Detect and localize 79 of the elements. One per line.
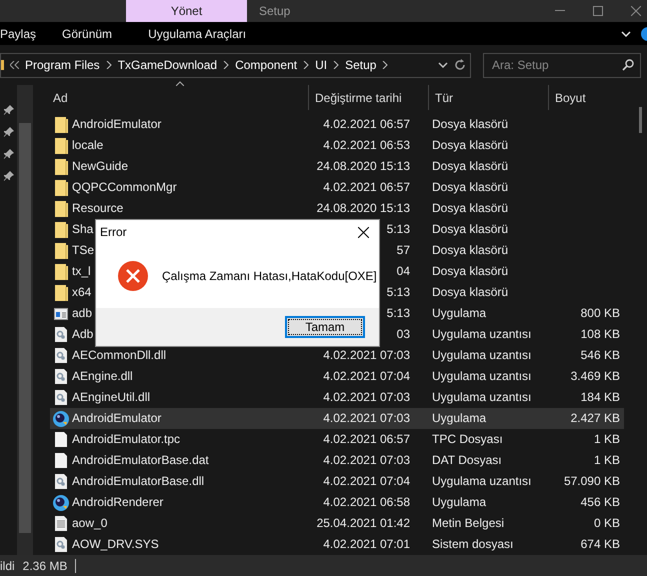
modified-date: 5:13 — [386, 285, 410, 300]
file-size: 674 KB — [580, 537, 620, 552]
selection-size: 2.36 MB — [22, 558, 68, 572]
modified-date: 25.04.2021 01:42 — [316, 516, 410, 531]
file-type: Dosya klasörü — [432, 138, 508, 153]
selection-status: ildi — [0, 558, 15, 572]
file-type: Dosya klasörü — [432, 159, 508, 174]
file-size: 108 KB — [580, 327, 620, 342]
modified-date: 5:13 — [386, 306, 410, 321]
error-message: Çalışma Zamanı Hatası,HataKodu[OXE] — [162, 269, 377, 283]
file-name: x64 — [72, 285, 92, 300]
modified-date: 4.02.2021 06:57 — [323, 432, 410, 447]
file-type: Uygulama uzantısı — [432, 390, 532, 405]
file-size: 546 KB — [580, 348, 620, 363]
modified-date: 24.08.2020 15:13 — [316, 201, 410, 216]
file-type: Dosya klasörü — [432, 180, 508, 195]
file-name: AndroidEmulator.tpc — [72, 432, 180, 447]
file-name: AEngineUtil.dll — [72, 390, 150, 405]
file-type: Uygulama uzantısı — [432, 474, 532, 489]
file-type: Uygulama — [432, 495, 486, 510]
modified-date: 04 — [396, 264, 410, 279]
file-name: AndroidRenderer — [72, 495, 164, 510]
modified-date: 4.02.2021 06:58 — [323, 495, 410, 510]
modified-date: 4.02.2021 07:04 — [323, 369, 410, 384]
file-type: Uygulama — [432, 411, 486, 426]
file-type: Dosya klasörü — [432, 117, 508, 132]
file-name: Resource — [72, 201, 124, 216]
modified-date: 4.02.2021 07:04 — [323, 474, 410, 489]
file-type: Dosya klasörü — [432, 243, 508, 258]
file-size: 3.469 KB — [570, 369, 620, 384]
file-name: TSe — [72, 243, 94, 258]
file-size: 0 KB — [594, 516, 620, 531]
file-type: Uygulama uzantısı — [432, 348, 532, 363]
file-name: tx_l — [72, 264, 91, 279]
file-size: 2.427 KB — [570, 411, 620, 426]
file-type: Uygulama uzantısı — [432, 369, 532, 384]
modified-date: 4.02.2021 07:03 — [323, 348, 410, 363]
file-type: Uygulama — [432, 306, 486, 321]
file-type: Sistem dosyası — [432, 537, 514, 552]
modified-date: 4.02.2021 06:57 — [323, 117, 410, 132]
file-name: AndroidEmulatorBase.dll — [72, 474, 204, 489]
modified-date: 5:13 — [386, 222, 410, 237]
file-name: AEngine.dll — [72, 369, 133, 384]
modified-date: 03 — [396, 327, 410, 342]
file-size: 800 KB — [580, 306, 620, 321]
file-name: Adb — [72, 327, 94, 342]
modified-date: 4.02.2021 07:03 — [323, 390, 410, 405]
file-size: 184 KB — [580, 390, 620, 405]
file-type: Dosya klasörü — [432, 285, 508, 300]
file-name: AndroidEmulator — [72, 117, 162, 132]
file-name: AndroidEmulatorBase.dat — [72, 453, 209, 468]
file-name: aow_0 — [72, 516, 108, 531]
modified-date: 4.02.2021 06:53 — [323, 138, 410, 153]
file-name: QQPCCommonMgr — [72, 180, 177, 195]
file-type: Dosya klasörü — [432, 222, 508, 237]
modified-date: 4.02.2021 07:03 — [323, 453, 410, 468]
modified-date: 4.02.2021 07:03 — [323, 411, 410, 426]
file-name: Sha — [72, 222, 94, 237]
modified-date: 4.02.2021 06:57 — [323, 180, 410, 195]
file-size: 1 KB — [594, 432, 620, 447]
file-name: AOW_DRV.SYS — [72, 537, 159, 552]
file-name: NewGuide — [72, 159, 128, 174]
file-name: AECommonDll.dll — [72, 348, 166, 363]
file-type: Dosya klasörü — [432, 264, 508, 279]
file-type: TPC Dosyası — [432, 432, 503, 447]
modified-date: 4.02.2021 07:01 — [323, 537, 410, 552]
file-size: 456 KB — [580, 495, 620, 510]
modified-date: 24.08.2020 15:13 — [316, 159, 410, 174]
file-type: Metin Belgesi — [432, 516, 504, 531]
file-type: Dosya klasörü — [432, 201, 508, 216]
file-type: Uygulama uzantısı — [432, 327, 532, 342]
dialog-title: Error — [100, 225, 127, 239]
file-name: locale — [72, 138, 104, 153]
modified-date: 57 — [396, 243, 410, 258]
file-size: 1 KB — [594, 453, 620, 468]
file-name: AndroidEmulator — [72, 411, 162, 426]
file-type: DAT Dosyası — [432, 453, 502, 468]
file-name: adb — [72, 306, 92, 321]
file-size: 57.090 KB — [564, 474, 620, 489]
